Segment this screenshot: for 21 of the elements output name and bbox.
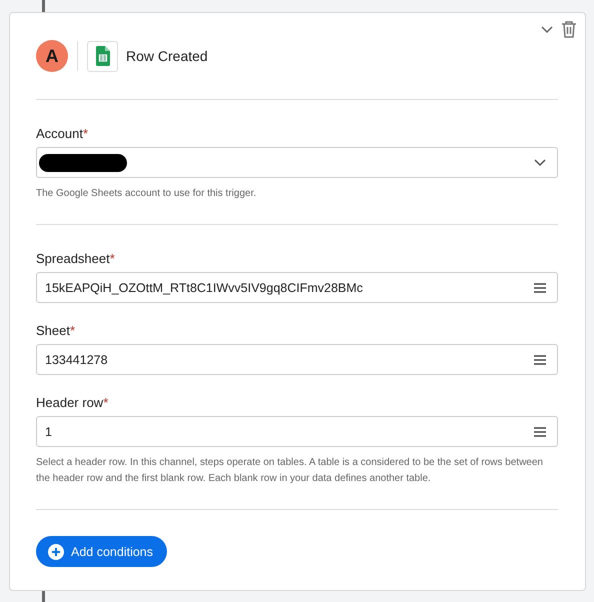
field-label: Header row* (36, 395, 110, 410)
chevron-down-icon[interactable] (541, 26, 553, 34)
trash-icon[interactable] (561, 21, 577, 38)
input-field[interactable]: 15kEAPQiH_OZOttM_RTt8C1IWvv5IV9gq8CIFmv28BMc (36, 272, 558, 303)
chevron-down-icon (534, 158, 546, 166)
menu-icon[interactable] (534, 282, 546, 292)
sheets-app-icon (87, 40, 118, 72)
plus-icon (48, 544, 64, 560)
input-field[interactable]: 133441278 (36, 344, 558, 375)
input-field[interactable]: 1 (36, 416, 558, 447)
field-label: Account* (36, 126, 90, 141)
app-avatar: A (36, 40, 68, 72)
field-label: Spreadsheet* (36, 251, 116, 266)
step-title: Row Created (126, 48, 208, 64)
menu-icon[interactable] (534, 426, 546, 436)
field-label: Sheet* (36, 323, 76, 338)
field-hint: The Google Sheets account to use for this trigger. (36, 187, 258, 201)
add-conditions-button[interactable]: Add conditions (36, 536, 168, 567)
field-hint: Select a header row. In this channel, steps operate on tables. A table is a considered to be the set of rows between the header row and the first blank row. Each blank row in your data defines another table. (36, 456, 544, 486)
menu-icon[interactable] (534, 354, 546, 364)
select-field[interactable] (36, 147, 558, 178)
